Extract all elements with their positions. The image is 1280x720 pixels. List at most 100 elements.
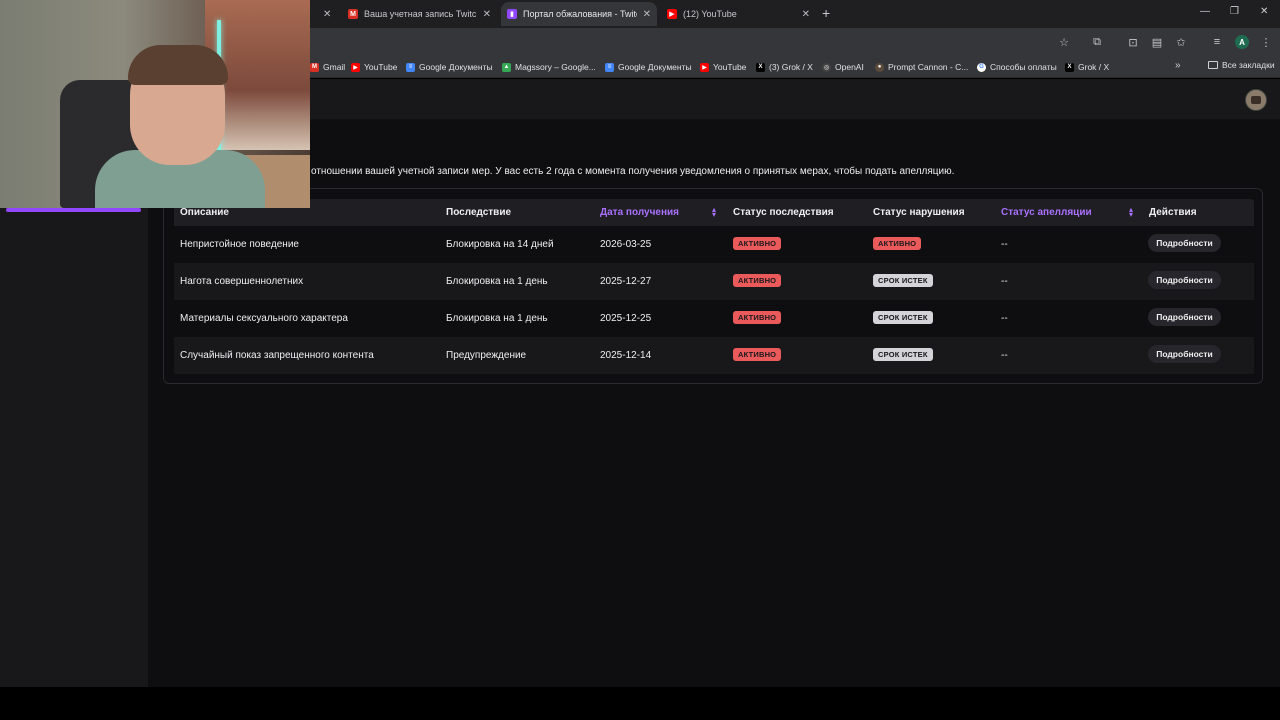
minimize-icon[interactable]: — bbox=[1200, 6, 1210, 17]
tab-title: (12) YouTube bbox=[683, 9, 737, 19]
screenshot-icon[interactable]: ⊡ bbox=[1126, 35, 1140, 49]
details-button[interactable]: Подробности bbox=[1148, 271, 1221, 289]
extensions-icon[interactable]: ⧉ bbox=[1090, 35, 1104, 49]
bookmark-magssory[interactable]: ▲ Magssory – Google... bbox=[502, 60, 596, 74]
bookmark-label: Google Документы bbox=[419, 62, 493, 72]
header-consequence: Последствие bbox=[446, 207, 512, 218]
details-button[interactable]: Подробности bbox=[1148, 234, 1221, 252]
google-icon: G bbox=[977, 62, 986, 72]
intro-text: отношении вашей учетной записи мер. У ва… bbox=[311, 166, 955, 177]
cell-date: 2025-12-27 bbox=[600, 276, 652, 287]
bookmark-label: Gmail bbox=[323, 62, 346, 72]
enforcement-table: Описание Последствие Дата получения ▴ ▾ С… bbox=[163, 188, 1263, 384]
cell-description: Непристойное поведение bbox=[180, 239, 299, 250]
webcam-overlay bbox=[0, 0, 310, 208]
header-appeal-status[interactable]: Статус апелляции bbox=[1001, 207, 1092, 218]
table-row: Случайный показ запрещенного контента Пр… bbox=[174, 337, 1254, 374]
star-icon[interactable]: ☆ bbox=[1057, 35, 1071, 49]
reading-list-icon[interactable]: ▤ bbox=[1150, 35, 1164, 49]
user-avatar[interactable] bbox=[1245, 89, 1267, 111]
bookmark-gmail[interactable]: M Gmail bbox=[310, 60, 345, 74]
bottom-bar bbox=[0, 687, 1280, 720]
gmail-icon: M bbox=[348, 9, 358, 19]
bookmark-youtube[interactable]: ▶ YouTube bbox=[351, 60, 397, 74]
bookmark-google-docs[interactable]: ≡ Google Документы bbox=[406, 60, 493, 74]
tab-appeals-portal[interactable]: ▮ Портал обжалования - Twitch ✕ bbox=[501, 2, 657, 26]
table-header: Описание Последствие Дата получения ▴ ▾ С… bbox=[174, 199, 1254, 226]
status-badge: АКТИВНО bbox=[733, 237, 782, 250]
youtube-icon: ▶ bbox=[667, 9, 677, 19]
cell-consequence: Блокировка на 1 день bbox=[446, 276, 548, 287]
bookmark-label: OpenAI bbox=[835, 62, 864, 72]
x-icon: X bbox=[1065, 62, 1074, 72]
twitch-icon: ▮ bbox=[507, 9, 517, 19]
cell-appeal-status: -- bbox=[1001, 239, 1008, 250]
tab-title: Портал обжалования - Twitch bbox=[523, 9, 637, 19]
youtube-icon: ▶ bbox=[700, 62, 709, 72]
chevron-right-double-icon[interactable]: » bbox=[1175, 60, 1181, 71]
status-badge: СРОК ИСТЕК bbox=[873, 311, 933, 324]
close-icon[interactable]: ✕ bbox=[802, 9, 810, 20]
bookmark-label: (3) Grok / X bbox=[769, 62, 813, 72]
cell-consequence: Блокировка на 1 день bbox=[446, 313, 548, 324]
docs-icon: ≡ bbox=[605, 62, 614, 72]
header-consequence-status: Статус последствия bbox=[733, 207, 834, 218]
bookmarks-icon[interactable]: ✩ bbox=[1174, 35, 1188, 49]
cell-description: Нагота совершеннолетних bbox=[180, 276, 304, 287]
status-badge: АКТИВНО bbox=[873, 237, 922, 250]
close-icon[interactable]: ✕ bbox=[643, 9, 651, 20]
new-tab-icon[interactable]: + bbox=[822, 5, 830, 21]
docs-icon: ≡ bbox=[406, 62, 415, 72]
all-bookmarks-label: Все закладки bbox=[1222, 60, 1275, 70]
status-badge: АКТИВНО bbox=[733, 348, 782, 361]
status-badge: СРОК ИСТЕК bbox=[873, 348, 933, 361]
header-actions: Действия bbox=[1149, 207, 1197, 218]
cell-description: Материалы сексуального характера bbox=[180, 313, 348, 324]
openai-icon: ◎ bbox=[822, 62, 831, 72]
restore-icon[interactable]: ❐ bbox=[1230, 6, 1239, 17]
bookmark-grok-x[interactable]: X (3) Grok / X bbox=[756, 60, 813, 74]
cell-appeal-status: -- bbox=[1001, 313, 1008, 324]
header-date-received[interactable]: Дата получения bbox=[600, 207, 679, 218]
status-badge: АКТИВНО bbox=[733, 311, 782, 324]
close-icon[interactable]: ✕ bbox=[320, 2, 336, 26]
bookmark-youtube-2[interactable]: ▶ YouTube bbox=[700, 60, 746, 74]
cell-date: 2025-12-25 bbox=[600, 313, 652, 324]
details-button[interactable]: Подробности bbox=[1148, 345, 1221, 363]
bookmark-label: Grok / X bbox=[1078, 62, 1110, 72]
sidebar-active-indicator bbox=[6, 208, 141, 212]
cell-description: Случайный показ запрещенного контента bbox=[180, 350, 374, 361]
bookmark-label: Способы оплаты bbox=[990, 62, 1057, 72]
bookmark-google-docs-2[interactable]: ≡ Google Документы bbox=[605, 60, 692, 74]
tab-youtube[interactable]: ▶ (12) YouTube ✕ bbox=[661, 2, 816, 26]
bookmark-label: Google Документы bbox=[618, 62, 692, 72]
folder-icon bbox=[1208, 61, 1218, 69]
gmail-icon: M bbox=[310, 62, 319, 72]
status-badge: СРОК ИСТЕК bbox=[873, 274, 933, 287]
close-icon[interactable]: ✕ bbox=[483, 9, 491, 20]
table-row: Материалы сексуального характера Блокиро… bbox=[174, 300, 1254, 337]
youtube-icon: ▶ bbox=[351, 62, 360, 72]
cell-appeal-status: -- bbox=[1001, 350, 1008, 361]
bookmark-grok-x-2[interactable]: X Grok / X bbox=[1065, 60, 1109, 74]
drive-icon: ▲ bbox=[502, 62, 511, 72]
bookmark-label: YouTube bbox=[713, 62, 747, 72]
bookmark-prompt-cannon[interactable]: ● Prompt Cannon - C... bbox=[875, 60, 968, 74]
sort-icon[interactable]: ▴ ▾ bbox=[1129, 206, 1133, 219]
prompt-icon: ● bbox=[875, 62, 884, 72]
profile-avatar[interactable]: A bbox=[1235, 35, 1249, 49]
menu-icon[interactable]: ⋮ bbox=[1259, 35, 1273, 49]
bookmark-payment-methods[interactable]: G Способы оплаты bbox=[977, 60, 1057, 74]
header-description: Описание bbox=[180, 207, 229, 218]
bookmark-openai[interactable]: ◎ OpenAI bbox=[822, 60, 864, 74]
table-row: Нагота совершеннолетних Блокировка на 1 … bbox=[174, 263, 1254, 300]
sort-icon[interactable]: ▴ ▾ bbox=[712, 206, 716, 219]
bookmark-label: Prompt Cannon - C... bbox=[888, 62, 969, 72]
details-button[interactable]: Подробности bbox=[1148, 308, 1221, 326]
all-bookmarks[interactable]: Все закладки bbox=[1208, 60, 1275, 70]
cell-consequence: Блокировка на 14 дней bbox=[446, 239, 554, 250]
cell-date: 2026-03-25 bbox=[600, 239, 652, 250]
media-icon[interactable]: ≡ bbox=[1210, 35, 1224, 49]
tab-twitch-account[interactable]: M Ваша учетная запись Twitch А ✕ bbox=[342, 2, 497, 26]
close-window-icon[interactable]: ✕ bbox=[1260, 6, 1268, 17]
